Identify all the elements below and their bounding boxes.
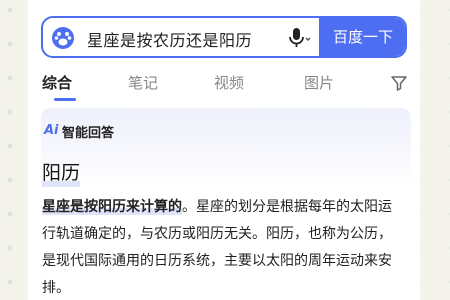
baidu-paw-icon bbox=[52, 27, 74, 49]
microphone-icon[interactable] bbox=[287, 27, 311, 49]
ai-answer-label: 智能回答 bbox=[62, 126, 115, 141]
tab-notes[interactable]: 笔记 bbox=[128, 72, 158, 93]
search-button[interactable]: 百度一下 bbox=[319, 18, 405, 56]
tab-videos[interactable]: 视频 bbox=[214, 72, 244, 93]
answer-body: 星座是按阳历来计算的。星座的划分是根据每年的太阳运行轨道确定的，与农历或阳历无关… bbox=[42, 194, 404, 300]
active-tab-indicator bbox=[54, 98, 76, 101]
filter-icon[interactable] bbox=[390, 74, 408, 92]
answer-title: 阳历 bbox=[42, 158, 81, 187]
search-bar[interactable]: 星座是按农历还是阳历 百度一下 bbox=[41, 16, 407, 58]
ai-icon: Ai bbox=[44, 123, 59, 138]
tab-all[interactable]: 综合 bbox=[42, 72, 72, 93]
answer-highlight: 星座是按阳历来计算的 bbox=[42, 199, 182, 215]
search-input[interactable]: 星座是按农历还是阳历 bbox=[87, 27, 252, 51]
result-tabs: 综合 笔记 视频 图片 bbox=[28, 72, 420, 102]
tab-images[interactable]: 图片 bbox=[304, 72, 334, 93]
search-results-card: 星座是按农历还是阳历 百度一下 综合 笔记 视频 图片 Ai 智能回答 阳历 星… bbox=[28, 0, 420, 300]
